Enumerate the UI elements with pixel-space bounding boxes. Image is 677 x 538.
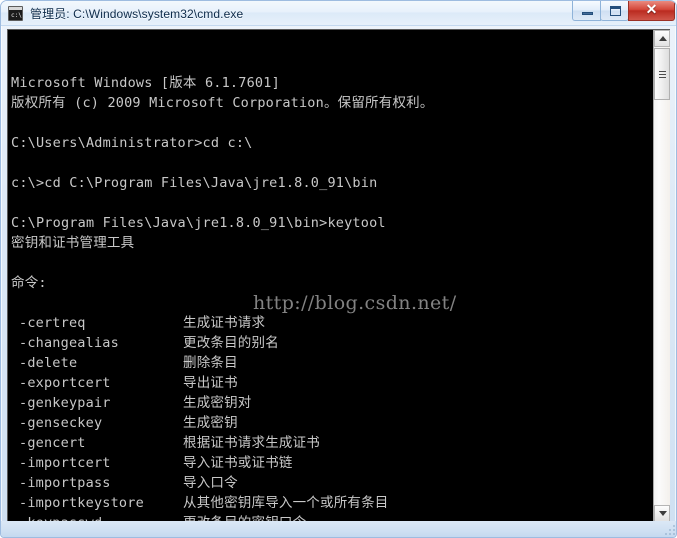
keytool-command-row: -importcert 导入证书或证书链	[11, 453, 651, 473]
keytool-command-row: -delete 删除条目	[11, 353, 651, 373]
keytool-command-row: -genkeypair 生成密钥对	[11, 393, 651, 413]
console-client-area: Microsoft Windows [版本 6.1.7601] 版权所有 (c) …	[7, 29, 670, 523]
keytool-command-option: -importcert	[19, 455, 111, 471]
keytool-command-row: -changealias 更改条目的别名	[11, 333, 651, 353]
minimize-button[interactable]	[572, 1, 601, 21]
icon-prompt-text: c:\	[11, 12, 22, 19]
close-button[interactable]: ✕	[628, 1, 675, 21]
keytool-command-row: -importkeystore 从其他密钥库导入一个或所有条目	[11, 493, 651, 513]
keytool-command-option: -changealias	[19, 335, 119, 351]
keytool-command-option: -importkeystore	[19, 495, 144, 511]
keytool-command-description: 导出证书	[183, 375, 238, 391]
keytool-command-description: 导入口令	[183, 475, 238, 491]
keytool-command-option: -certreq	[19, 315, 86, 331]
keytool-command-row: -genseckey 生成密钥	[11, 413, 651, 433]
keytool-command-description: 从其他密钥库导入一个或所有条目	[183, 495, 389, 511]
window-bottom-frame	[1, 521, 676, 537]
terminal-line: 版权所有 (c) 2009 Microsoft Corporation。保留所有…	[11, 95, 434, 111]
terminal-line: C:\Users\Administrator>cd c:\	[11, 135, 253, 151]
close-icon: ✕	[645, 2, 658, 18]
icon-title-strip	[9, 7, 22, 10]
keytool-command-row: -exportcert 导出证书	[11, 373, 651, 393]
watermark-text: http://blog.csdn.net/	[253, 292, 457, 314]
terminal-text: Microsoft Windows [版本 6.1.7601] 版权所有 (c) …	[11, 33, 651, 522]
keytool-command-row: -certreq 生成证书请求	[11, 313, 651, 333]
keytool-command-description: 生成密钥	[183, 415, 238, 431]
keytool-command-description: 生成证书请求	[183, 315, 266, 331]
keytool-command-description: 生成密钥对	[183, 395, 252, 411]
vertical-scrollbar[interactable]	[653, 30, 670, 522]
scroll-up-arrow-icon	[659, 36, 667, 41]
keytool-command-option: -exportcert	[19, 375, 111, 391]
cmd-console-icon[interactable]: c:\	[8, 6, 23, 21]
window-controls: ✕	[572, 1, 675, 22]
scroll-up-button[interactable]	[654, 30, 670, 47]
scroll-thumb[interactable]	[654, 48, 670, 100]
keytool-command-row: -importpass 导入口令	[11, 473, 651, 493]
keytool-command-option: -importpass	[19, 475, 111, 491]
cmd-window: c:\ 管理员: C:\Windows\system32\cmd.exe ✕ M…	[0, 0, 677, 538]
terminal-line: c:\>cd C:\Program Files\Java\jre1.8.0_91…	[11, 175, 378, 191]
maximize-icon	[610, 6, 621, 16]
minimize-icon	[582, 12, 593, 15]
scroll-down-button[interactable]	[654, 505, 670, 522]
keytool-command-description: 根据证书请求生成证书	[183, 435, 320, 451]
title-bar[interactable]: c:\ 管理员: C:\Windows\system32\cmd.exe ✕	[1, 1, 676, 26]
keytool-command-option: -genseckey	[19, 415, 103, 431]
scroll-down-arrow-icon	[659, 511, 667, 516]
scroll-thumb-grip-icon	[659, 71, 666, 78]
terminal-line: C:\Program Files\Java\jre1.8.0_91\bin>ke…	[11, 215, 386, 231]
keytool-command-description: 导入证书或证书链	[183, 455, 293, 471]
keytool-command-row: -gencert 根据证书请求生成证书	[11, 433, 651, 453]
keytool-command-option: -genkeypair	[19, 395, 111, 411]
terminal-line: Microsoft Windows [版本 6.1.7601]	[11, 75, 280, 91]
terminal-line: 命令:	[11, 275, 47, 291]
terminal-line: 密钥和证书管理工具	[11, 235, 135, 251]
keytool-command-description: 更改条目的别名	[183, 335, 279, 351]
resize-grip-icon[interactable]	[663, 523, 675, 535]
console-output[interactable]: Microsoft Windows [版本 6.1.7601] 版权所有 (c) …	[8, 30, 653, 522]
keytool-command-option: -delete	[19, 355, 78, 371]
keytool-command-option: -gencert	[19, 435, 86, 451]
maximize-button[interactable]	[600, 1, 629, 21]
keytool-command-description: 删除条目	[183, 355, 238, 371]
window-title: 管理员: C:\Windows\system32\cmd.exe	[30, 7, 244, 21]
